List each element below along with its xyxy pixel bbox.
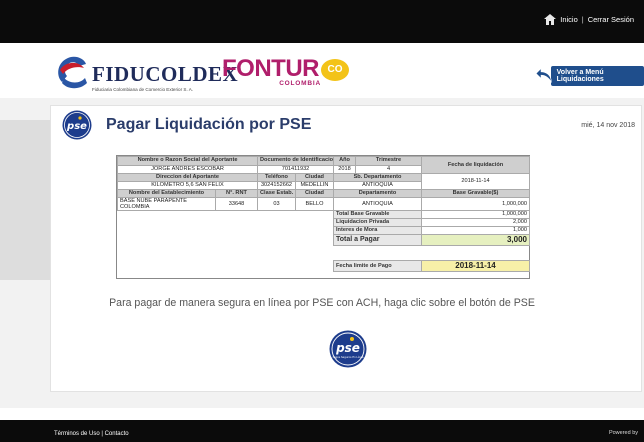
top-bar: Inicio | Cerrar Sesión xyxy=(0,0,644,43)
establecimiento-value: BASE NUBE PARAPENTE COLOMBIA xyxy=(117,197,216,211)
back-to-menu[interactable]: Volver a Menú Liquidaciones xyxy=(536,65,644,87)
page-title: Pagar Liquidación por PSE xyxy=(106,116,312,133)
total-pagar-label: Total a Pagar xyxy=(333,234,422,246)
logout-link[interactable]: Cerrar Sesión xyxy=(588,15,634,24)
razon-value: JORGE ANDRES ESCOBAR xyxy=(117,164,258,174)
fontur-name: FONTUR xyxy=(222,55,319,82)
telefono-value: 3024152662 xyxy=(257,181,296,190)
pse-logo-text: pse xyxy=(335,341,360,355)
back-to-menu-button[interactable]: Volver a Menú Liquidaciones xyxy=(550,66,644,86)
anio-value: 2018 xyxy=(333,164,356,174)
header-telefono: Teléfono xyxy=(257,173,296,182)
total-pagar-value: 3,000 xyxy=(421,234,530,246)
fecha-liquidacion-value: 2018-11-14 xyxy=(421,173,530,190)
table-spacer xyxy=(334,246,530,261)
departamento-value: ANTIOQUIA xyxy=(333,197,422,211)
pse-logo-icon: pse xyxy=(62,110,92,140)
ciudad-value: MEDELLIN xyxy=(295,181,334,190)
header-rnt: N°. RNT xyxy=(215,189,258,198)
header-razon: Nombre o Razon Social del Aportante xyxy=(117,156,258,166)
fiducoldex-name: FIDUCOLDEX xyxy=(92,62,239,86)
header-anio: Año xyxy=(333,156,356,166)
home-link[interactable]: Inicio xyxy=(560,15,578,24)
fiducoldex-text: FIDUCOLDEX Fiduciaria Colombiana de Come… xyxy=(92,52,238,92)
header-documento: Documento de Identificacion xyxy=(257,156,334,166)
liquidacion-privada-label: Liquidacion Privada xyxy=(333,218,422,227)
pse-pay-button[interactable]: pse Pagos Seguros En Línea xyxy=(329,330,367,368)
documento-value: 701411932 xyxy=(257,164,334,174)
header-ciudad-establecimiento: Ciudad xyxy=(295,189,334,198)
footer: Términos de Uso | Contacto Powered by xyxy=(0,420,644,442)
ciudad-establecimiento-value: BELLO xyxy=(295,197,334,211)
home-icon[interactable] xyxy=(544,14,557,25)
header-fecha-liquidacion: Fecha de liquidación xyxy=(421,156,530,174)
header-trimestre: Trimestre xyxy=(355,156,422,166)
table-empty-area xyxy=(118,211,334,279)
interes-mora-value: 1,000 xyxy=(421,226,530,235)
trimestre-value: 4 xyxy=(355,164,422,174)
rnt-value: 33648 xyxy=(215,197,258,211)
total-base-value: 1,000,000 xyxy=(421,210,530,219)
header-sb-departamento: Sb. Departamento xyxy=(333,173,422,182)
liquidation-table: Nombre o Razon Social del Aportante Docu… xyxy=(116,155,530,279)
liquidacion-privada-value: 2,000 xyxy=(421,218,530,227)
svg-text:pse: pse xyxy=(66,121,87,132)
current-date: mié, 14 nov 2018 xyxy=(581,122,635,129)
interes-mora-label: Interes de Mora xyxy=(333,226,422,235)
fecha-limite-value: 2018-11-14 xyxy=(421,260,530,272)
table-bottom-spacer xyxy=(334,272,530,279)
panel-header: pse Pagar Liquidación por PSE mié, 14 no… xyxy=(62,110,637,142)
back-arrow-icon[interactable] xyxy=(536,65,555,87)
footer-links: Términos de Uso | Contacto xyxy=(54,431,129,437)
powered-by: Powered by xyxy=(608,430,638,436)
side-decoration xyxy=(0,120,50,280)
header-clase: Clase Estab. xyxy=(257,189,296,198)
header-departamento: Departamento xyxy=(333,189,422,198)
sb-departamento-value: ANTIOQUIA xyxy=(333,181,422,190)
terms-link[interactable]: Términos de Uso xyxy=(54,431,100,437)
total-base-label: Total Base Gravable xyxy=(333,210,422,219)
header-direccion: Direccion del Aportante xyxy=(117,173,258,182)
fontur-badge: CO xyxy=(320,58,349,81)
pse-logo-subtitle: Pagos Seguros En Línea xyxy=(333,355,364,359)
nav-separator: | xyxy=(581,15,584,24)
fecha-limite-label: Fecha limite de Pago xyxy=(333,260,422,272)
fontur-logo: FONTUR CO COLOMBIA xyxy=(222,56,349,87)
payment-notice: Para pagar de manera segura en línea por… xyxy=(109,297,535,309)
contact-link[interactable]: Contacto xyxy=(105,431,129,437)
fiducoldex-emblem-icon xyxy=(58,56,87,89)
direccion-value: KILOMETRO 5,6 SAN FELIX xyxy=(117,181,258,190)
top-nav: Inicio | Cerrar Sesión xyxy=(544,14,634,25)
footer-separator: | xyxy=(101,431,103,437)
base-gravable-value: 1,000,000 xyxy=(421,197,530,211)
fiducoldex-logo: FIDUCOLDEX Fiduciaria Colombiana de Come… xyxy=(54,52,238,92)
header-ciudad: Ciudad xyxy=(295,173,334,182)
clase-value: 03 xyxy=(257,197,296,211)
fiducoldex-subtitle: Fiduciaria Colombiana de Comercio Exteri… xyxy=(92,87,194,92)
header-establecimiento: Nombre del Establecimiento xyxy=(117,189,216,198)
header-base-gravable: Base Gravable($) xyxy=(421,189,530,198)
